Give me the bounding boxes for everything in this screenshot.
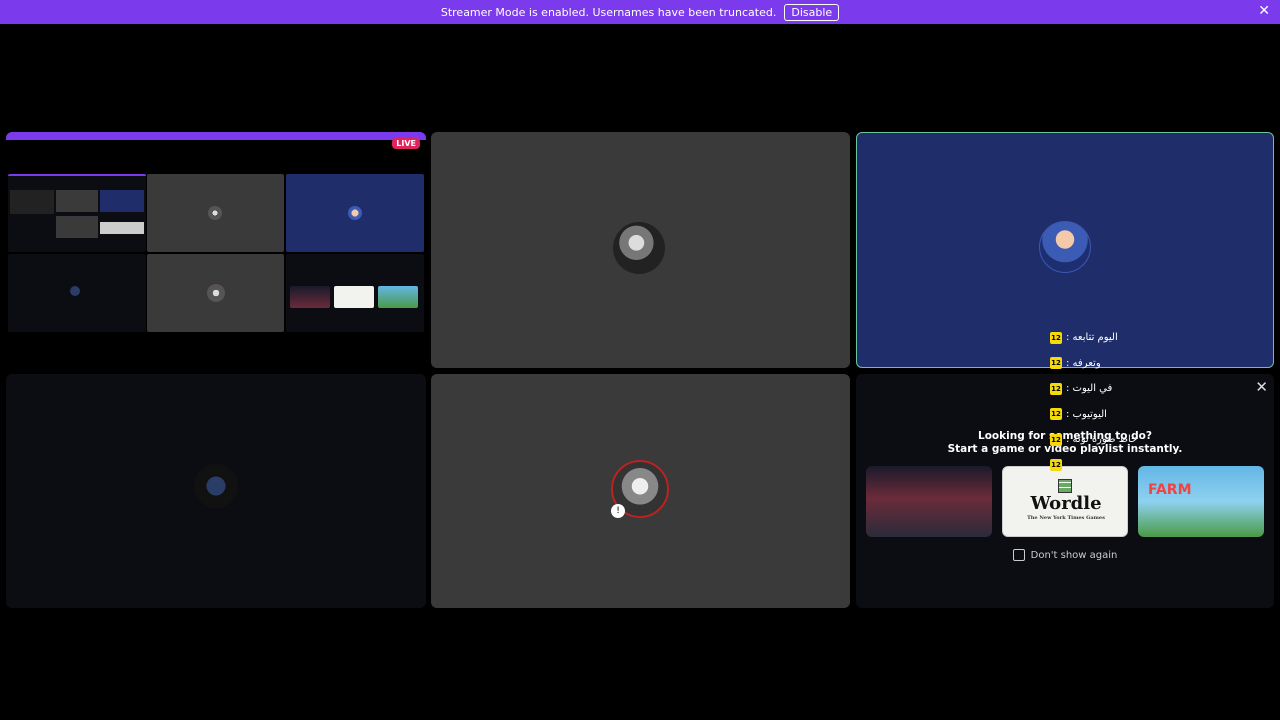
close-icon[interactable]: ✕: [1258, 3, 1270, 19]
participant-tile[interactable]: [6, 374, 426, 608]
dont-show-again[interactable]: Don't show again: [856, 549, 1274, 561]
overlay-item: 12 اليوم تتابعه :: [1050, 331, 1118, 344]
mini-grid: [8, 174, 424, 332]
mini-preview: [56, 216, 98, 238]
mini-banner: [6, 132, 426, 140]
live-badge: LIVE: [392, 138, 420, 149]
close-icon[interactable]: ✕: [1255, 378, 1268, 396]
status-badge: !: [611, 504, 625, 518]
mini-cell: [8, 174, 146, 252]
activity-card-storefront[interactable]: [866, 466, 992, 537]
mini-cell: [286, 174, 424, 252]
mini-preview: [100, 222, 144, 234]
mini-preview: [100, 190, 144, 212]
wordle-title: Wordle: [1030, 493, 1102, 514]
overlay-item: 12 حاط صورة توته :: [1050, 433, 1138, 446]
streamer-mode-banner: Streamer Mode is enabled. Usernames have…: [0, 0, 1280, 24]
mini-card: [334, 286, 374, 308]
overlay-item: 12 في اليوت :: [1050, 382, 1113, 395]
mini-preview: [10, 190, 54, 214]
overlay-item: 12 اليوتيوب :: [1050, 408, 1107, 421]
mini-avatar: [207, 284, 225, 302]
mini-cell: [286, 254, 424, 332]
farm-title: FARM: [1148, 482, 1192, 498]
disable-button[interactable]: Disable: [784, 3, 840, 21]
participant-tile[interactable]: [431, 132, 850, 368]
avatar: [613, 222, 665, 274]
mini-cell: [147, 254, 284, 332]
mini-cell: [147, 174, 284, 252]
mini-preview: [56, 190, 98, 212]
avatar: [1039, 221, 1091, 273]
overlay-list: 12 اليوم تتابعه : 12 وتعرفه : 12 في اليوت :…: [1050, 325, 1210, 478]
avatar: [194, 464, 238, 508]
mini-cell: [8, 254, 146, 332]
mini-avatar: [208, 206, 222, 220]
wordle-icon: [1058, 479, 1072, 493]
screen-share-tile[interactable]: LIVE: [6, 132, 426, 368]
wordle-subtitle: The New York Times Games: [1027, 515, 1105, 521]
banner-message: Streamer Mode is enabled. Usernames have…: [440, 5, 777, 19]
overlay-item: 12 وتعرفه :: [1050, 357, 1101, 370]
overlay-item: 12: [1050, 459, 1062, 472]
dont-show-label: Don't show again: [1030, 549, 1118, 561]
mini-card: [290, 286, 330, 308]
mini-avatar: [70, 286, 80, 296]
mini-card: [378, 286, 418, 308]
participant-tile[interactable]: !: [431, 374, 850, 608]
mini-avatar: [348, 206, 362, 220]
checkbox-icon[interactable]: [1012, 549, 1025, 561]
